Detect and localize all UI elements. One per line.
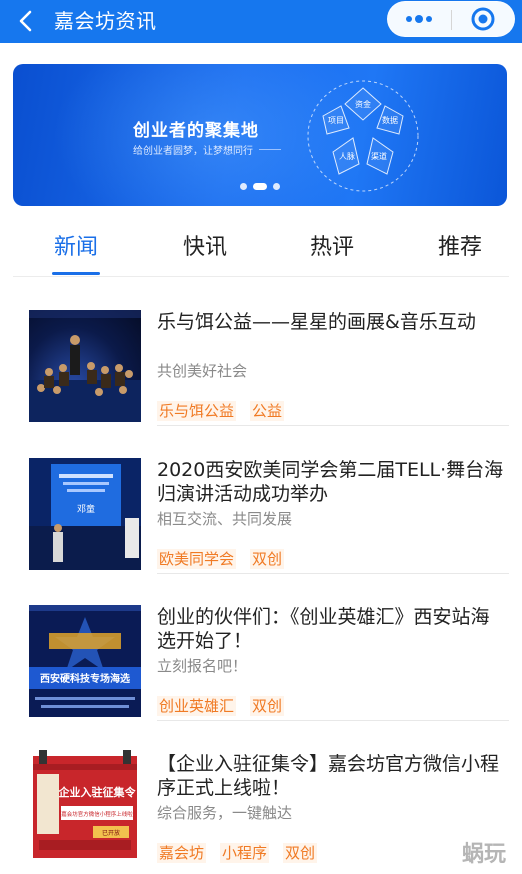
promo-banner[interactable]: 创业者的聚集地 给创业者圆梦，让梦想同行 资金 项目 数据 人脉 渠道 xyxy=(13,64,507,206)
article-thumbnail: 西安硬科技专场海选 xyxy=(29,605,141,717)
diagram-label-network: 人脉 xyxy=(339,151,355,161)
item-divider xyxy=(157,573,509,574)
article-tags: 欧美同学会 双创 xyxy=(157,549,298,569)
article-thumbnail xyxy=(29,310,141,422)
stage-screen-name: 邓童 xyxy=(77,503,95,515)
category-tabs: 新闻 快讯 热评 推荐 xyxy=(0,228,522,276)
back-button[interactable] xyxy=(10,5,42,37)
item-divider xyxy=(157,425,509,426)
article-tag[interactable]: 双创 xyxy=(250,549,285,569)
article-subtitle: 综合服务，一键触达 xyxy=(157,804,293,822)
article-item[interactable]: 邓童 2020西安欧美同学会第二届TELL·舞台海归演讲活动成功举办 相互交流、… xyxy=(0,456,522,586)
diagram-label-data: 数据 xyxy=(382,115,398,125)
article-subtitle: 相互交流、共同发展 xyxy=(157,510,293,528)
article-tag[interactable]: 双创 xyxy=(283,843,318,863)
article-subtitle: 共创美好社会 xyxy=(157,362,248,380)
tab-flash[interactable]: 快讯 xyxy=(160,228,250,268)
article-title: 创业的伙伴们：《创业英雄汇》西安站海选开始了！ xyxy=(157,606,490,652)
article-subtitle: 立刻报名吧！ xyxy=(157,657,248,675)
article-tags: 创业英雄汇 双创 xyxy=(157,696,298,716)
target-close-icon xyxy=(471,7,495,31)
banner-dot-active[interactable] xyxy=(253,183,267,190)
stage-speech-image: 邓童 xyxy=(29,458,141,570)
poster-headline: 企业入驻征集令 xyxy=(58,785,137,799)
article-thumbnail: 企业入驻征集令 嘉会坊官方微信小程序上线啦 已开放 xyxy=(29,750,141,862)
page-title: 嘉会坊资讯 xyxy=(54,9,157,33)
page: 嘉会坊资讯 创业者的聚集地 给创业者圆梦，让梦想同行 资金 项目 数据 人脉 渠… xyxy=(0,0,522,874)
banner-subtitle-row: 给创业者圆梦，让梦想同行 xyxy=(133,142,281,157)
poster-headline: 西安硬科技专场海选 xyxy=(40,672,130,685)
article-tag[interactable]: 双创 xyxy=(250,696,285,716)
watermark: 蜗玩 xyxy=(462,842,507,867)
tabs-divider xyxy=(13,276,509,277)
poster-badge: 已开放 xyxy=(102,829,120,837)
diagram-label-channels: 渠道 xyxy=(371,151,387,161)
article-title: 【企业入驻征集令】嘉会坊官方微信小程序正式上线啦！ xyxy=(157,753,500,799)
article-item[interactable]: 西安硬科技专场海选 创业的伙伴们：《创业英雄汇》西安站海选开始了！ 立刻报名吧！… xyxy=(0,603,522,733)
concert-image xyxy=(29,310,141,422)
nav-bar: 嘉会坊资讯 xyxy=(0,0,522,43)
article-tags: 乐与饵公益 公益 xyxy=(157,401,298,421)
close-button[interactable] xyxy=(452,2,515,36)
article-tags: 嘉会坊 小程序 双创 xyxy=(157,843,331,863)
more-button[interactable] xyxy=(388,2,451,36)
diagram-label-projects: 项目 xyxy=(328,116,344,125)
article-tag[interactable]: 欧美同学会 xyxy=(157,549,237,569)
article-tag[interactable]: 创业英雄汇 xyxy=(157,696,237,716)
mini-program-capsule xyxy=(387,1,515,37)
banner-subtitle: 给创业者圆梦，让梦想同行 xyxy=(133,146,253,157)
article-thumbnail: 邓童 xyxy=(29,458,141,570)
hero-contest-poster: 西安硬科技专场海选 xyxy=(29,605,141,717)
banner-dot[interactable] xyxy=(273,183,280,190)
chevron-left-icon xyxy=(19,10,32,32)
article-title: 2020西安欧美同学会第二届TELL·舞台海归演讲活动成功举办 xyxy=(157,459,504,505)
active-tab-indicator xyxy=(52,272,100,275)
article-title: 乐与饵公益——星星的画展&音乐互动 xyxy=(157,311,476,333)
poster-subline: 嘉会坊官方微信小程序上线啦 xyxy=(61,810,133,818)
article-tag[interactable]: 乐与饵公益 xyxy=(157,401,237,421)
article-tag[interactable]: 嘉会坊 xyxy=(157,843,207,863)
banner-dot[interactable] xyxy=(240,183,247,190)
tab-news[interactable]: 新闻 xyxy=(31,228,121,268)
diagram-label-funds: 资金 xyxy=(355,99,371,109)
article-item[interactable]: 乐与饵公益——星星的画展&音乐互动 共创美好社会 乐与饵公益 公益 xyxy=(0,308,522,438)
item-divider xyxy=(157,720,509,721)
more-dots-icon xyxy=(406,15,433,23)
article-tag[interactable]: 小程序 xyxy=(220,843,270,863)
pentagon-diagram: 资金 项目 数据 人脉 渠道 xyxy=(307,80,419,192)
enterprise-recruit-poster: 企业入驻征集令 嘉会坊官方微信小程序上线啦 已开放 xyxy=(33,750,137,858)
tab-hot-comments[interactable]: 热评 xyxy=(287,228,377,268)
banner-pagination xyxy=(13,183,507,190)
tab-recommend[interactable]: 推荐 xyxy=(415,228,505,268)
banner-title: 创业者的聚集地 xyxy=(133,121,259,141)
article-tag[interactable]: 公益 xyxy=(250,401,285,421)
article-item[interactable]: 企业入驻征集令 嘉会坊官方微信小程序上线啦 已开放 【企业入驻征集令】嘉会坊官方… xyxy=(0,750,522,874)
banner-subtitle-line xyxy=(259,149,281,150)
